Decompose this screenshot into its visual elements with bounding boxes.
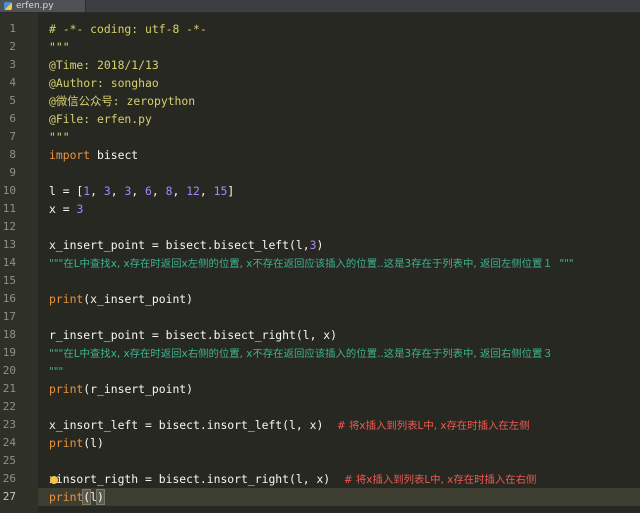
line-number: 1: [9, 22, 16, 35]
line-number-gutter: 1 2 3 4 5 6 7 8 9 10 11 12 13 14 15 16 17 18 19 20 21 22 23 24 2…: [0, 13, 38, 513]
line-number: 26: [2, 472, 16, 485]
code-token: (r_insert_point): [83, 382, 194, 396]
line-number: 25: [2, 454, 16, 467]
code-line[interactable]: @Time: 2018/1/13: [49, 56, 159, 74]
code-line[interactable]: xinsort_rigth = bisect.insort_right(l, x…: [49, 470, 536, 488]
line-number: 14: [2, 256, 16, 269]
code-token: ,: [110, 184, 125, 198]
tab-label: erfen.py: [16, 1, 54, 11]
code-token: l: [90, 490, 98, 504]
code-token: insort_rigth = bisect.insort_right(l, x): [55, 472, 344, 486]
line-number: 16: [2, 292, 16, 305]
line-number: 19: [2, 346, 16, 359]
code-token: r_insert_point = bisect.bisect_right(l, …: [49, 328, 338, 342]
code-token: print: [49, 382, 84, 396]
line-number: 4: [9, 76, 16, 89]
code-editor[interactable]: erfen.py 1 2 3 4 5 6 7 8 9 10 11 12 13 14 15 16 17 18 19 20…: [0, 0, 640, 513]
code-token: """: [49, 40, 70, 54]
code-token: ,: [172, 184, 187, 198]
code-line[interactable]: # -*- coding: utf-8 -*-: [49, 20, 207, 38]
code-token: print: [49, 292, 84, 306]
code-token: """: [49, 130, 70, 144]
code-line[interactable]: """在L中查找x, x存在时返回x左侧的位置, x不存在返回应该插入的位置..…: [49, 254, 574, 272]
line-number: 21: [2, 382, 16, 395]
code-line[interactable]: x = 3: [49, 200, 83, 218]
code-token: """: [49, 366, 64, 378]
line-number: 7: [9, 130, 16, 143]
code-token: bisect: [90, 148, 139, 162]
code-token: 6: [145, 184, 152, 198]
code-token: ,: [151, 184, 166, 198]
code-token: 15: [213, 184, 228, 198]
code-token: ]: [227, 184, 235, 198]
code-line[interactable]: print(l): [49, 434, 104, 452]
code-token: import: [49, 148, 91, 162]
editor-tab-bar: erfen.py: [0, 0, 640, 13]
code-token: """在L中查找x, x存在时返回x左侧的位置, x不存在返回应该插入的位置..…: [49, 258, 574, 270]
line-number: 20: [2, 364, 16, 377]
code-line[interactable]: x_insort_left = bisect.insort_left(l, x)…: [49, 416, 530, 434]
code-line[interactable]: """在L中查找x, x存在时返回x右侧的位置, x不存在返回应该插入的位置..…: [49, 344, 553, 362]
python-file-icon: [4, 2, 12, 10]
line-number: 13: [2, 238, 16, 251]
code-token: # 将x插入到列表L中, x存在时插入在左侧: [337, 420, 530, 432]
line-number: 2: [9, 40, 16, 53]
code-token: @Time: 2018/1/13: [49, 58, 159, 72]
code-token: 12: [186, 184, 200, 198]
code-token: @File: erfen.py: [49, 112, 152, 126]
line-number: 5: [9, 94, 16, 107]
code-line[interactable]: r_insert_point = bisect.bisect_right(l, …: [49, 326, 337, 344]
line-number: 22: [2, 400, 16, 413]
code-token: # 将x插入到列表L中, x存在时插入在右侧: [343, 474, 537, 486]
line-number: 12: [2, 220, 16, 233]
code-text-area[interactable]: # -*- coding: utf-8 -*- """ @Time: 2018/1/…: [38, 13, 640, 513]
code-token: print: [49, 490, 84, 504]
code-token: 3: [76, 202, 84, 216]
code-token: @微信公众号: zeropython: [49, 94, 196, 108]
code-token: x_insert_point = bisect.bisect_left(l,: [49, 238, 310, 252]
code-token: # -*- coding: utf-8 -*-: [49, 22, 207, 36]
code-token: print: [49, 436, 84, 450]
line-number: 3: [9, 58, 16, 71]
text-caret: [103, 491, 105, 504]
code-token: (l): [83, 436, 104, 450]
code-token: x_insort_left = bisect.insort_left(l, x): [49, 418, 338, 432]
code-line[interactable]: print(r_insert_point): [49, 380, 193, 398]
code-token: """在L中查找x, x存在时返回x右侧的位置, x不存在返回应该插入的位置..…: [49, 348, 553, 360]
code-token: ): [316, 238, 324, 252]
code-token: @Author: songhao: [49, 76, 159, 90]
code-line[interactable]: x_insert_point = bisect.bisect_left(l,3): [49, 236, 323, 254]
line-number: 9: [9, 166, 16, 179]
code-line[interactable]: print(x_insert_point): [49, 290, 193, 308]
code-token: x =: [49, 202, 77, 216]
line-number: 17: [2, 310, 16, 323]
code-line[interactable]: @微信公众号: zeropython: [49, 92, 195, 110]
line-number: 15: [2, 274, 16, 287]
code-line[interactable]: """: [49, 38, 70, 56]
code-token: (x_insert_point): [83, 292, 194, 306]
line-number: 10: [2, 184, 16, 197]
line-number: 23: [2, 418, 16, 431]
code-line[interactable]: import bisect: [49, 146, 138, 164]
current-line-highlight: [38, 488, 640, 506]
line-number: 18: [2, 328, 16, 341]
code-token: l = [: [49, 184, 84, 198]
tab-erfen-py[interactable]: erfen.py: [0, 0, 86, 12]
code-token: ,: [90, 184, 104, 198]
code-line[interactable]: print(l): [49, 488, 105, 506]
code-line[interactable]: """: [49, 362, 63, 380]
code-line[interactable]: """: [49, 128, 70, 146]
matched-paren: ): [96, 489, 105, 505]
code-line[interactable]: l = [1, 3, 3, 6, 8, 12, 15]: [49, 182, 234, 200]
line-number: 24: [2, 436, 16, 449]
code-line[interactable]: @File: erfen.py: [49, 110, 152, 128]
code-line[interactable]: @Author: songhao: [49, 74, 159, 92]
line-number: 8: [9, 148, 16, 161]
line-number: 27: [2, 490, 16, 503]
line-number: 6: [9, 112, 16, 125]
code-token: ,: [199, 184, 214, 198]
code-token: 3: [103, 184, 111, 198]
code-token: ,: [131, 184, 146, 198]
line-number: 11: [2, 202, 16, 215]
